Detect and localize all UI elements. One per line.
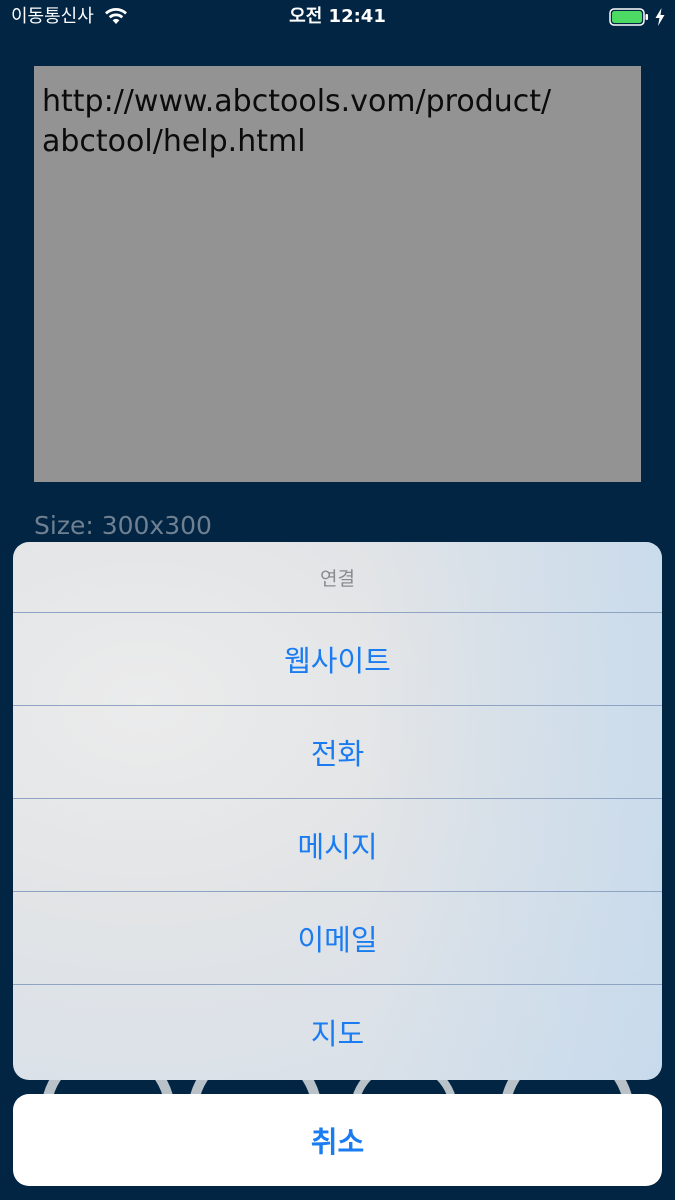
action-website-button[interactable]: 웹사이트: [13, 613, 662, 706]
text-line: abctool/help.html: [42, 124, 306, 159]
action-message-button[interactable]: 메시지: [13, 799, 662, 892]
action-map-button[interactable]: 지도: [13, 985, 662, 1078]
content-text-box[interactable]: http://www.abctools.vom/product/ abctool…: [34, 66, 641, 482]
cancel-button[interactable]: 취소: [13, 1094, 662, 1186]
status-bar: 이동통신사 오전 12:41: [0, 0, 675, 36]
text-line: http://www.abctools.vom/product/: [42, 84, 552, 119]
size-label: Size: 300x300: [34, 511, 212, 540]
charging-icon: [655, 8, 665, 26]
action-phone-button[interactable]: 전화: [13, 706, 662, 799]
action-email-button[interactable]: 이메일: [13, 892, 662, 985]
action-sheet-items: 웹사이트 전화 메시지 이메일 지도: [13, 613, 662, 1078]
battery-icon: [609, 8, 648, 26]
action-sheet: 연결 웹사이트 전화 메시지 이메일 지도: [13, 542, 662, 1080]
action-sheet-title: 연결: [13, 542, 662, 613]
status-time: 오전 12:41: [289, 6, 386, 27]
